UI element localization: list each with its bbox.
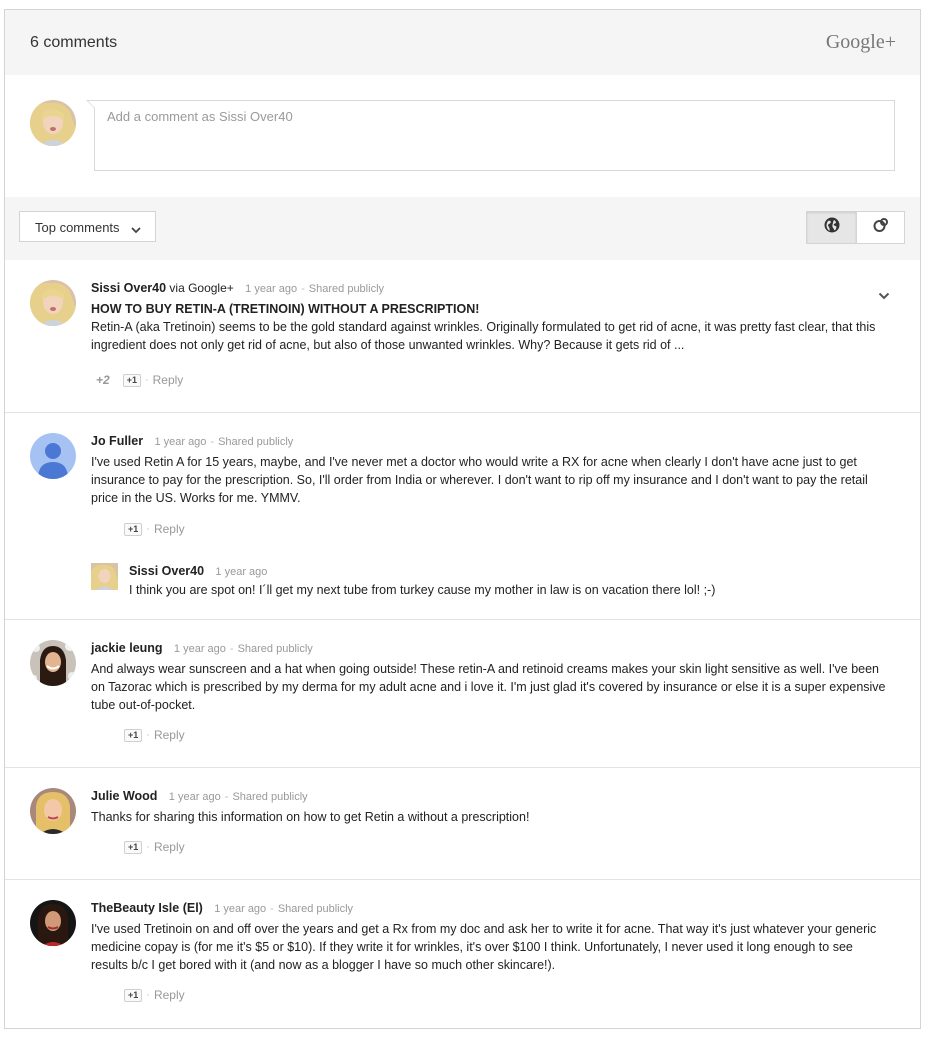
via-source: via Google+	[169, 281, 234, 295]
comment-input-box[interactable]	[86, 100, 895, 171]
circles-icon	[873, 217, 889, 238]
reply-button[interactable]: Reply	[154, 988, 185, 1002]
timestamp[interactable]: 1 year ago	[169, 791, 221, 803]
reply-button[interactable]: Reply	[154, 728, 185, 742]
author-name[interactable]: Julie Wood	[91, 789, 157, 803]
comment-actions: +1 · Reply	[124, 728, 185, 742]
author-name[interactable]: Sissi Over40	[91, 281, 166, 295]
comment-item: Jo Fuller 1 year ago - Shared publicly I'v…	[5, 412, 920, 620]
chevron-down-icon[interactable]	[878, 287, 890, 305]
comment-text: Retin-A (aka Tretinoin) seems to be the …	[91, 320, 876, 352]
avatar[interactable]	[30, 640, 76, 686]
visibility-label: Shared publicly	[232, 791, 308, 803]
plus-count[interactable]: +2	[96, 373, 110, 387]
comment-item: jackie leung 1 year ago - Shared publicly …	[5, 619, 920, 768]
author-name[interactable]: jackie leung	[91, 641, 163, 655]
separator: -	[270, 903, 274, 915]
reply-button[interactable]: Reply	[154, 840, 185, 854]
separator: ·	[146, 841, 150, 853]
comment-text: And always wear sunscreen and a hat when…	[91, 662, 886, 712]
comment-item: Sissi Over40 via Google+ 1 year ago - Shar…	[5, 260, 920, 412]
comment-text: I've used Tretinoin on and off over the …	[91, 922, 877, 972]
reply-button[interactable]: Reply	[153, 373, 184, 387]
comment-meta: Sissi Over40 via Google+ 1 year ago - Shar…	[91, 280, 891, 298]
sort-dropdown[interactable]: Top comments	[19, 211, 156, 242]
avatar[interactable]	[30, 788, 76, 834]
plus-one-button[interactable]: +1	[124, 522, 143, 536]
plus-one-button[interactable]: +1	[124, 988, 143, 1002]
comment-actions: +1 · Reply	[124, 840, 185, 854]
separator: ·	[146, 729, 150, 741]
comments-toolbar: Top comments	[5, 197, 920, 260]
comment-body: Jo Fuller 1 year ago - Shared publicly I'v…	[91, 433, 891, 507]
plus-one-button[interactable]: +1	[124, 840, 143, 854]
globe-icon	[824, 217, 840, 238]
reply-body: Sissi Over40 1 year ago I think you are …	[129, 563, 889, 599]
separator: ·	[144, 374, 149, 386]
visibility-label: Shared publicly	[277, 903, 354, 915]
comment-body: TheBeauty Isle (El) 1 year ago - Shared pu…	[91, 900, 891, 974]
plus-one-button[interactable]: +1	[124, 728, 143, 742]
circles-toggle-button[interactable]	[856, 212, 905, 243]
author-name[interactable]: Jo Fuller	[91, 434, 143, 448]
separator: -	[229, 643, 234, 655]
avatar[interactable]	[30, 433, 76, 479]
comment-meta: jackie leung 1 year ago - Shared publicly	[91, 640, 891, 658]
comment-item: Julie Wood 1 year ago - Shared publicly Th…	[5, 767, 920, 880]
comment-input[interactable]	[105, 108, 869, 125]
reply-meta: Sissi Over40 1 year ago	[129, 563, 889, 581]
widget-header: 6 comments Google+	[5, 10, 920, 75]
author-name[interactable]: TheBeauty Isle (El)	[91, 901, 203, 915]
reply-item: Sissi Over40 1 year ago I think you are …	[91, 563, 891, 603]
reply-text: I think you are spot on! I´ll get my nex…	[129, 583, 716, 597]
timestamp[interactable]: 1 year ago	[245, 283, 297, 295]
public-toggle-button[interactable]	[807, 212, 857, 243]
comment-actions: +1 · Reply	[124, 522, 185, 536]
comments-widget: 6 comments Google+ Top comments	[4, 9, 921, 1029]
comment-body: Sissi Over40 via Google+ 1 year ago - Shar…	[91, 280, 891, 354]
timestamp[interactable]: 1 year ago	[154, 436, 206, 448]
timestamp[interactable]: 1 year ago	[215, 566, 267, 578]
post-headline[interactable]: HOW TO BUY RETIN-A (TRETINOIN) WITHOUT A…	[91, 300, 891, 318]
author-name[interactable]: Sissi Over40	[129, 564, 204, 578]
comment-meta: TheBeauty Isle (El) 1 year ago - Shared pu…	[91, 900, 891, 918]
visibility-label: Shared publicly	[237, 643, 313, 655]
comment-meta: Julie Wood 1 year ago - Shared publicly	[91, 788, 891, 806]
comment-text: I've used Retin A for 15 years, maybe, a…	[91, 455, 868, 505]
google-plus-logo[interactable]: Google+	[826, 31, 896, 54]
comment-actions: +1 · Reply	[124, 988, 185, 1002]
avatar[interactable]	[30, 280, 76, 326]
visibility-toggle	[806, 211, 905, 244]
comment-text: Thanks for sharing this information on h…	[91, 810, 530, 824]
plus-one-button[interactable]: +1	[122, 373, 141, 387]
comment-count: 6 comments	[30, 34, 118, 51]
timestamp[interactable]: 1 year ago	[174, 643, 226, 655]
separator: -	[301, 283, 305, 295]
visibility-label: Shared publicly	[218, 436, 294, 448]
visibility-label: Shared publicly	[308, 283, 385, 295]
comment-item: TheBeauty Isle (El) 1 year ago - Shared pu…	[5, 879, 920, 1028]
separator: -	[224, 791, 229, 803]
chevron-down-icon	[131, 222, 141, 237]
comment-body: Julie Wood 1 year ago - Shared publicly Th…	[91, 788, 891, 826]
comment-body: jackie leung 1 year ago - Shared publicly …	[91, 640, 891, 714]
avatar[interactable]	[91, 563, 118, 590]
avatar	[30, 100, 76, 146]
comment-meta: Jo Fuller 1 year ago - Shared publicly	[91, 433, 891, 451]
timestamp[interactable]: 1 year ago	[214, 903, 266, 915]
separator: ·	[146, 523, 150, 535]
sort-label: Top comments	[35, 220, 120, 235]
comment-actions: +2 +1 · Reply	[96, 373, 183, 387]
reply-button[interactable]: Reply	[154, 522, 185, 536]
separator: ·	[146, 989, 150, 1001]
avatar[interactable]	[30, 900, 76, 946]
separator: -	[210, 436, 215, 448]
compose-area	[5, 75, 920, 197]
